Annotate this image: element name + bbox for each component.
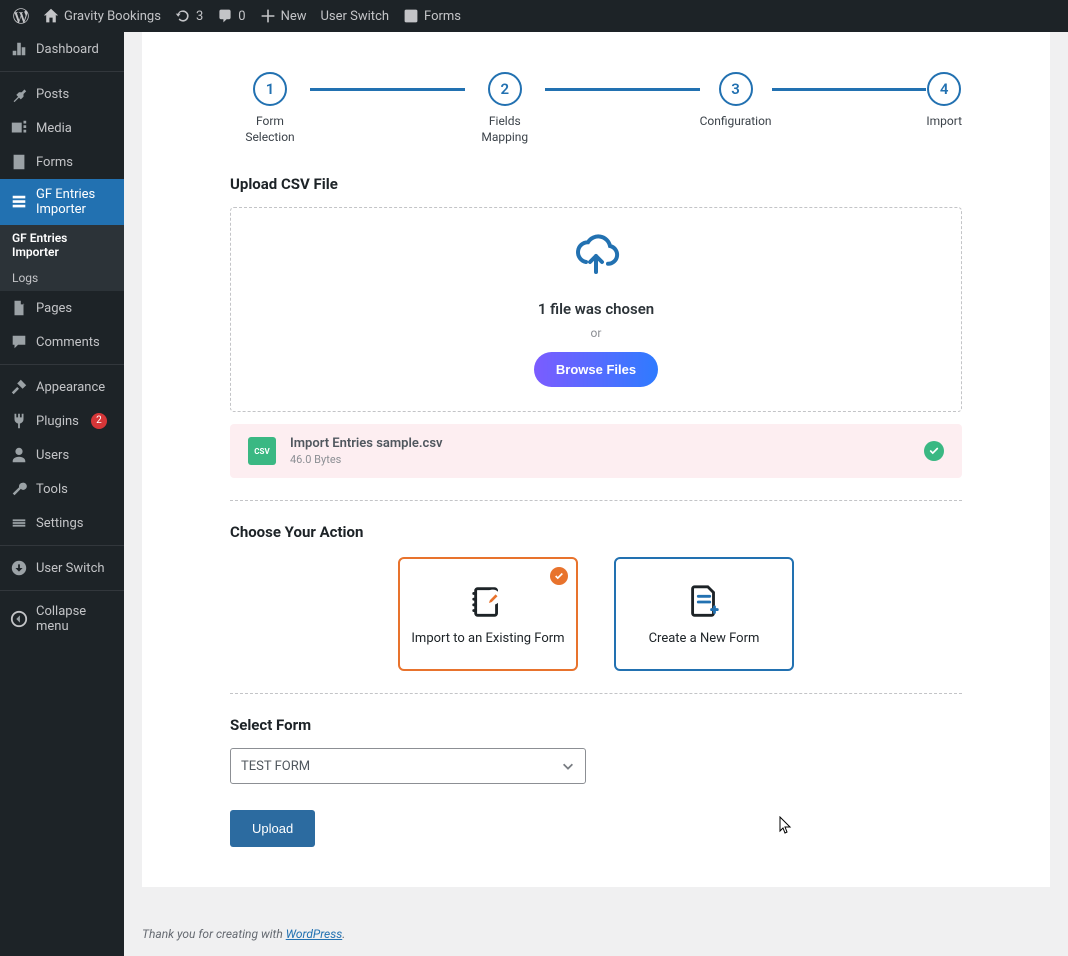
selected-badge-icon [550,567,568,585]
step-line-1 [310,88,465,91]
sidebar-item-pages[interactable]: Pages [0,291,124,325]
step-3-number: 3 [719,72,753,106]
footer-wordpress-link[interactable]: WordPress [286,927,343,941]
submenu-gf-importer: GF Entries Importer Logs [0,225,124,291]
action-cards: Import to an Existing Form Create a New … [230,557,962,671]
footer: Thank you for creating with WordPress. [142,927,1050,941]
step-3-label: Configuration [700,114,772,130]
sidebar-item-user-switch[interactable]: User Switch [0,551,124,585]
divider-2 [230,693,962,694]
plus-icon [260,8,276,24]
switch-icon [10,559,28,577]
sidebar-item-forms[interactable]: Forms [0,145,124,179]
existing-form-icon [469,583,507,621]
step-1-number: 1 [253,72,287,106]
step-line-2 [545,88,700,91]
upload-button[interactable]: Upload [230,810,315,847]
collapse-icon [10,610,28,628]
sidebar-item-dashboard[interactable]: Dashboard [0,32,124,66]
appearance-icon [10,378,28,396]
cloud-upload-icon [255,232,937,284]
select-form-title: Select Form [230,716,962,734]
file-name: Import Entries sample.csv [290,436,443,451]
sidebar-item-users[interactable]: Users [0,438,124,472]
admin-bar: Gravity Bookings 3 0 New User Switch For… [0,0,1068,32]
uploaded-file: CSV Import Entries sample.csv 46.0 Bytes [230,424,962,478]
collapse-menu[interactable]: Collapse menu [0,596,124,642]
step-2-label: Fields Mapping [465,114,545,145]
new-form-icon [685,583,723,621]
upload-title: Upload CSV File [230,175,962,193]
plugins-badge: 2 [91,413,107,429]
import-icon [10,193,28,211]
pin-icon [10,85,28,103]
sidebar-item-media[interactable]: Media [0,111,124,145]
submenu-item-importer[interactable]: GF Entries Importer [0,225,124,265]
pages-icon [10,299,28,317]
dropzone-status: 1 file was chosen [255,300,937,318]
chevron-down-icon [561,759,575,773]
step-2[interactable]: 2 Fields Mapping [465,72,545,145]
action-title: Choose Your Action [230,523,962,541]
sidebar-item-appearance[interactable]: Appearance [0,370,124,404]
dropzone[interactable]: 1 file was chosen or Browse Files [230,207,962,412]
forms-top[interactable]: Forms [396,0,468,32]
settings-icon [10,514,28,532]
action-new-form[interactable]: Create a New Form [614,557,794,671]
admin-sidebar: Dashboard Posts Media Forms GF Entries I… [0,32,124,956]
updates-count: 3 [196,9,203,24]
step-4[interactable]: 4 Import [926,72,962,130]
divider-1 [230,500,962,501]
sidebar-item-gf-importer[interactable]: GF Entries Importer [0,179,124,225]
step-4-label: Import [926,114,962,130]
file-success-icon [924,441,944,461]
home-icon [43,8,59,24]
site-name-text: Gravity Bookings [64,9,161,24]
action-existing-label: Import to an Existing Form [411,631,564,646]
sidebar-item-comments[interactable]: Comments [0,325,124,359]
comments-link[interactable]: 0 [210,0,252,32]
sidebar-item-plugins[interactable]: Plugins 2 [0,404,124,438]
form-icon [403,8,419,24]
submenu-item-logs[interactable]: Logs [0,265,124,291]
updates[interactable]: 3 [168,0,210,32]
action-new-label: Create a New Form [649,631,760,646]
comments-count: 0 [238,9,245,24]
sidebar-item-tools[interactable]: Tools [0,472,124,506]
step-1[interactable]: 1 Form Selection [230,72,310,145]
csv-icon: CSV [248,437,276,465]
mouse-cursor [779,816,793,840]
importer-card: 1 Form Selection 2 Fields Mapping 3 Conf… [142,32,1050,887]
sidebar-item-settings[interactable]: Settings [0,506,124,540]
user-switch-top[interactable]: User Switch [314,0,397,32]
form-select-value: TEST FORM [241,759,310,774]
step-line-3 [772,88,927,91]
update-icon [175,8,191,24]
new-content[interactable]: New [253,0,314,32]
browse-button[interactable]: Browse Files [534,352,658,387]
users-icon [10,446,28,464]
dashboard-icon [10,40,28,58]
new-label: New [281,9,307,24]
media-icon [10,119,28,137]
sidebar-item-posts[interactable]: Posts [0,77,124,111]
dropzone-or: or [255,326,937,340]
step-4-number: 4 [927,72,961,106]
site-name[interactable]: Gravity Bookings [36,0,168,32]
forms-icon [10,153,28,171]
main-content: 1 Form Selection 2 Fields Mapping 3 Conf… [124,32,1068,956]
comments-icon [10,333,28,351]
tools-icon [10,480,28,498]
step-2-number: 2 [488,72,522,106]
form-select[interactable]: TEST FORM [230,748,586,784]
stepper: 1 Form Selection 2 Fields Mapping 3 Conf… [230,72,962,145]
plugins-icon [10,412,28,430]
comment-icon [217,8,233,24]
file-size: 46.0 Bytes [290,453,443,466]
step-1-label: Form Selection [230,114,310,145]
wp-logo[interactable] [6,0,36,32]
step-3[interactable]: 3 Configuration [700,72,772,130]
action-existing-form[interactable]: Import to an Existing Form [398,557,578,671]
